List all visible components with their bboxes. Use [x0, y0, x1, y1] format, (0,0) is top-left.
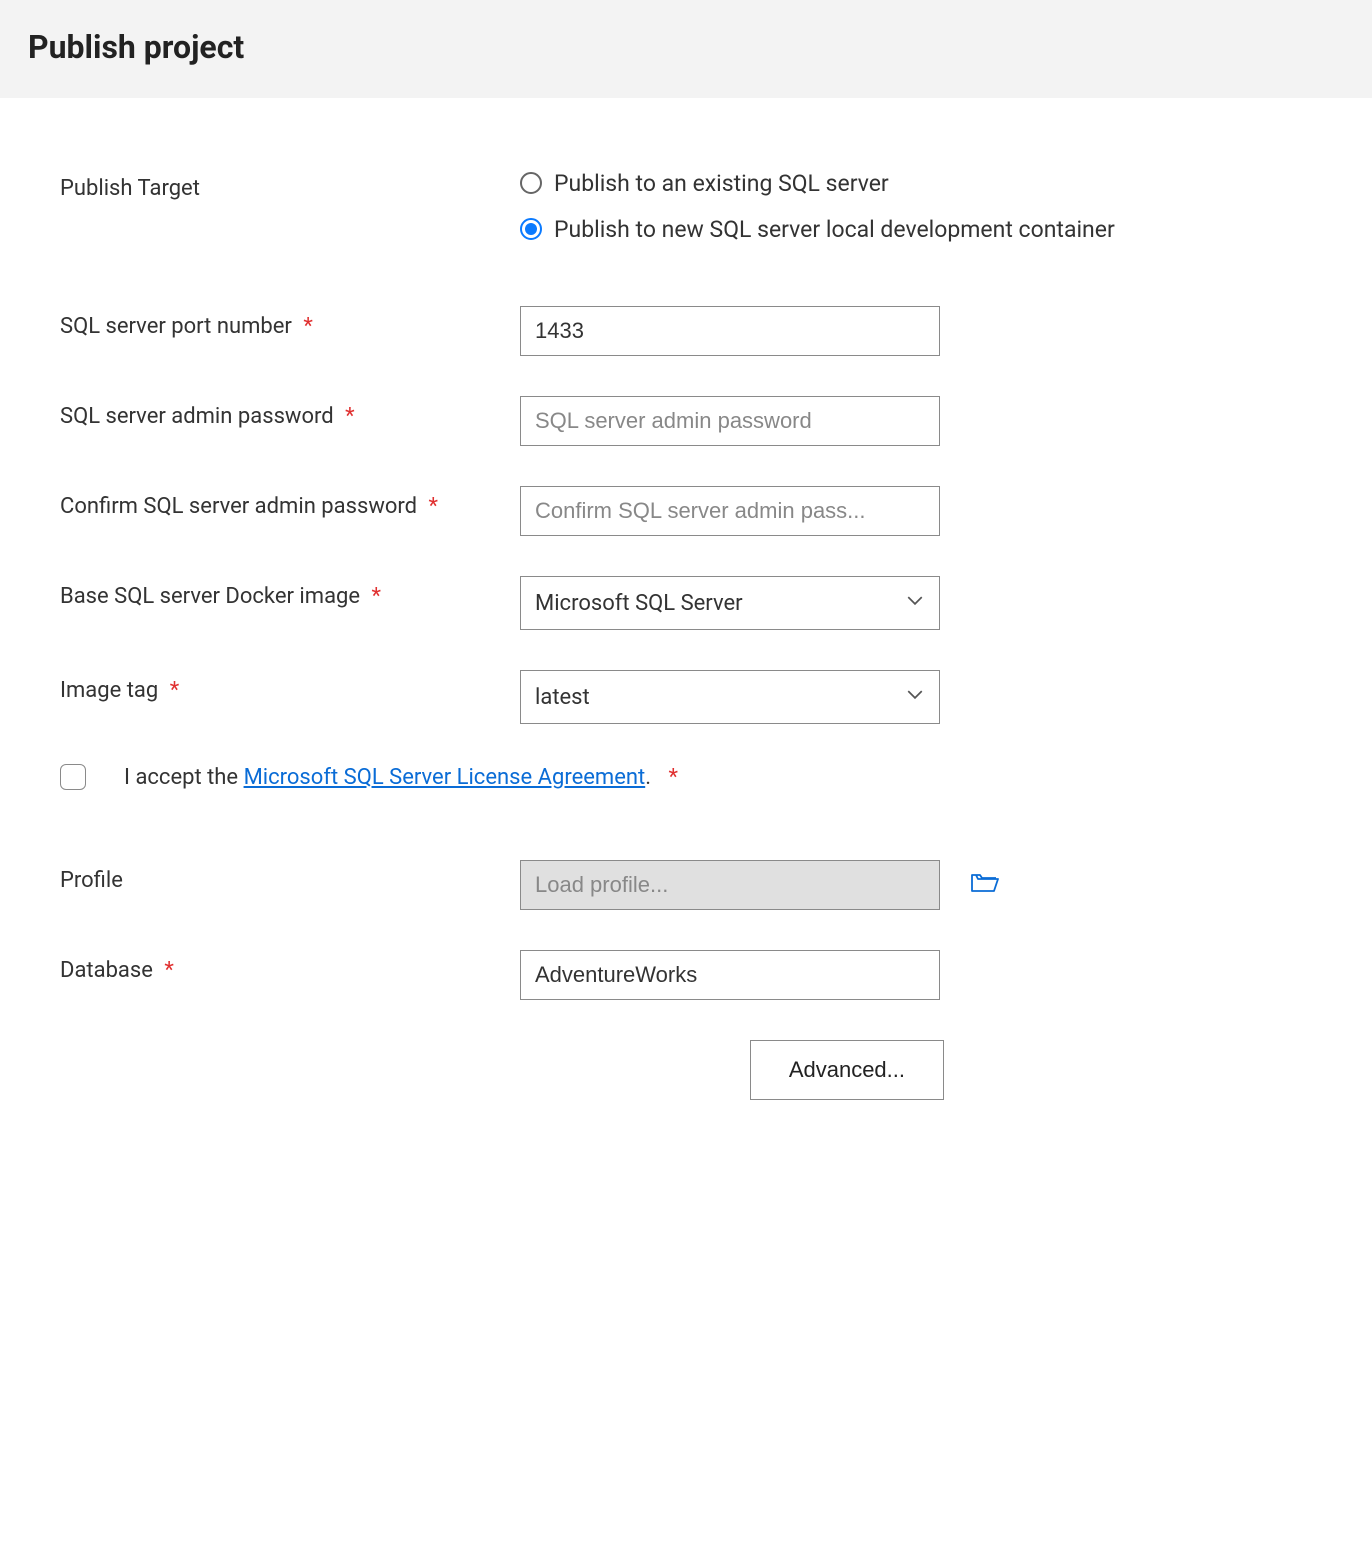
- confirm-password-label: Confirm SQL server admin password: [60, 494, 417, 519]
- required-asterisk: *: [372, 584, 381, 609]
- advanced-button[interactable]: Advanced...: [750, 1040, 944, 1100]
- accept-license-text: I accept the Microsoft SQL Server Licens…: [124, 765, 678, 790]
- image-tag-select[interactable]: latest: [520, 670, 940, 724]
- database-input[interactable]: [520, 950, 940, 1000]
- required-asterisk: *: [345, 404, 354, 429]
- radio-existing-server[interactable]: Publish to an existing SQL server: [520, 168, 1312, 200]
- image-tag-label: Image tag: [60, 678, 158, 703]
- docker-image-label: Base SQL server Docker image: [60, 584, 360, 609]
- button-row: Advanced...: [60, 1040, 944, 1100]
- confirm-password-row: Confirm SQL server admin password *: [60, 486, 1312, 536]
- image-tag-row: Image tag * latest: [60, 670, 1312, 724]
- radio-circle-icon: [520, 218, 542, 240]
- license-agreement-link[interactable]: Microsoft SQL Server License Agreement: [244, 765, 646, 790]
- required-asterisk: *: [170, 678, 179, 703]
- image-tag-value: latest: [520, 670, 940, 724]
- accept-prefix: I accept the: [124, 765, 244, 790]
- publish-target-label: Publish Target: [60, 176, 200, 201]
- port-input[interactable]: [520, 306, 940, 356]
- port-row: SQL server port number *: [60, 306, 1312, 356]
- database-label: Database: [60, 958, 153, 983]
- docker-image-row: Base SQL server Docker image * Microsoft…: [60, 576, 1312, 630]
- radio-label-existing: Publish to an existing SQL server: [554, 168, 889, 200]
- accept-suffix: .: [645, 765, 651, 790]
- publish-target-radio-group: Publish to an existing SQL server Publis…: [520, 168, 1312, 246]
- docker-image-select[interactable]: Microsoft SQL Server: [520, 576, 940, 630]
- folder-open-icon[interactable]: [970, 869, 1000, 901]
- profile-input[interactable]: [520, 860, 940, 910]
- publish-target-row: Publish Target Publish to an existing SQ…: [60, 168, 1312, 246]
- docker-image-value: Microsoft SQL Server: [520, 576, 940, 630]
- radio-new-container[interactable]: Publish to new SQL server local developm…: [520, 214, 1312, 246]
- radio-circle-icon: [520, 172, 542, 194]
- radio-label-new-container: Publish to new SQL server local developm…: [554, 214, 1115, 246]
- password-label: SQL server admin password: [60, 404, 334, 429]
- profile-row: Profile: [60, 860, 1312, 910]
- required-asterisk: *: [429, 494, 438, 519]
- password-input[interactable]: [520, 396, 940, 446]
- profile-label: Profile: [60, 868, 123, 893]
- dialog-title: Publish project: [28, 28, 1344, 66]
- accept-license-checkbox[interactable]: [60, 764, 86, 790]
- accept-license-row: I accept the Microsoft SQL Server Licens…: [60, 764, 1312, 790]
- publish-form: Publish Target Publish to an existing SQ…: [0, 98, 1372, 1140]
- port-label: SQL server port number: [60, 314, 292, 339]
- dialog-header: Publish project: [0, 0, 1372, 98]
- required-asterisk: *: [303, 314, 312, 339]
- password-row: SQL server admin password *: [60, 396, 1312, 446]
- confirm-password-input[interactable]: [520, 486, 940, 536]
- required-asterisk: *: [164, 958, 173, 983]
- database-row: Database *: [60, 950, 1312, 1000]
- required-asterisk: *: [668, 765, 677, 790]
